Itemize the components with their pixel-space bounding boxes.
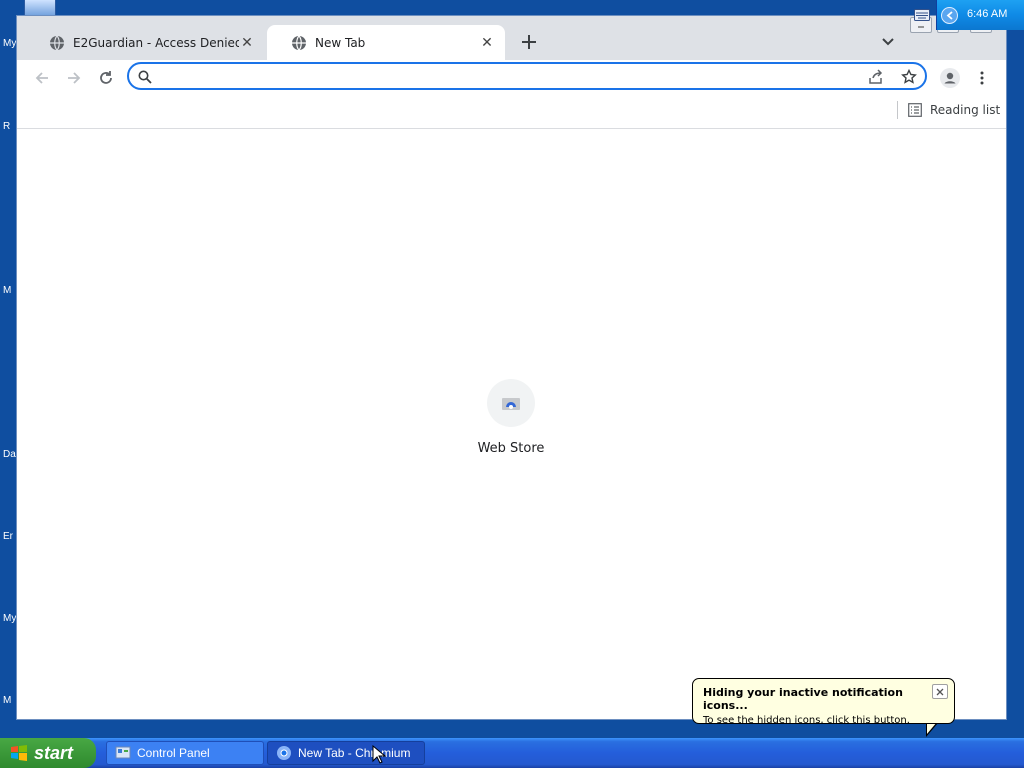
minimize-icon	[918, 26, 924, 28]
balloon-body: To see the hidden icons, click this butt…	[703, 715, 910, 726]
reading-list-button[interactable]: Reading list	[908, 101, 1000, 119]
keyboard-icon[interactable]	[914, 9, 930, 21]
tab-title: E2Guardian - Access Denied	[73, 35, 239, 50]
share-icon[interactable]	[866, 67, 886, 87]
arrow-left-icon	[35, 72, 48, 84]
tab-new-tab[interactable]: New Tab ✕	[267, 25, 505, 60]
desktop-icon[interactable]	[24, 0, 56, 17]
back-button[interactable]	[30, 66, 54, 90]
globe-icon	[50, 35, 64, 50]
tab-title: New Tab	[315, 35, 366, 50]
desktop-icon-label[interactable]: Da	[3, 449, 16, 460]
mouse-cursor-icon	[372, 745, 386, 764]
chevron-left-icon	[946, 11, 953, 20]
taskbar-item-chromium[interactable]: New Tab - Chromium	[267, 741, 425, 765]
shortcut-label: Web Store	[477, 441, 545, 456]
bookmark-star-icon[interactable]	[899, 67, 919, 87]
close-tab-icon[interactable]: ✕	[239, 35, 255, 51]
address-bar[interactable]	[127, 62, 927, 90]
toolbar	[17, 60, 1006, 96]
search-icon	[135, 67, 155, 87]
plus-icon	[522, 35, 536, 49]
chevron-down-icon	[882, 38, 894, 46]
avatar-icon	[940, 68, 960, 88]
new-tab-button[interactable]	[518, 31, 540, 53]
windows-logo-icon	[11, 745, 27, 761]
taskbar-item-control-panel[interactable]: Control Panel	[106, 741, 264, 765]
start-label: start	[34, 742, 74, 763]
globe-icon	[292, 35, 306, 50]
balloon-close-button[interactable]	[932, 684, 948, 699]
profile-button[interactable]	[938, 66, 962, 90]
forward-button[interactable]	[62, 66, 86, 90]
notification-balloon[interactable]: Hiding your inactive notification icons.…	[692, 678, 955, 726]
task-label: Control Panel	[137, 746, 210, 760]
reload-icon	[100, 71, 112, 84]
menu-button[interactable]	[970, 66, 994, 90]
balloon-title: Hiding your inactive notification icons.…	[703, 686, 903, 712]
bookmarks-bar: Reading list	[17, 96, 1006, 129]
taskbar: start Control Panel New Tab - Chromium	[0, 738, 1024, 768]
reload-button[interactable]	[94, 66, 118, 90]
tab-strip: E2Guardian - Access Denied ✕ New Tab ✕	[17, 16, 1006, 60]
task-label: New Tab - Chromium	[298, 746, 411, 760]
desktop-icon-label[interactable]: My	[3, 613, 16, 624]
tab-e2guardian[interactable]: E2Guardian - Access Denied ✕	[25, 25, 265, 60]
shortcut-tile	[487, 379, 535, 427]
kebab-menu-icon	[980, 71, 984, 85]
divider	[897, 101, 898, 119]
browser-window: E2Guardian - Access Denied ✕ New Tab ✕ R…	[17, 16, 1006, 719]
desktop-icon-label[interactable]: M	[3, 285, 11, 296]
start-button[interactable]: start	[0, 738, 96, 768]
clock[interactable]: 6:46 AM	[967, 8, 1007, 20]
reading-list-icon	[908, 103, 922, 117]
new-tab-page: Web Store	[17, 129, 1006, 719]
desktop-icon-label[interactable]: M	[3, 695, 11, 706]
tab-search-button[interactable]	[878, 32, 898, 52]
shortcut-web-store[interactable]: Web Store	[469, 379, 553, 456]
web-store-icon	[502, 398, 520, 410]
desktop-icon-label[interactable]: Er	[3, 531, 13, 542]
arrow-right-icon	[68, 72, 81, 84]
control-panel-icon	[115, 746, 131, 759]
address-input[interactable]	[165, 67, 849, 87]
close-icon	[936, 688, 944, 695]
desktop-icon-label[interactable]: R	[3, 121, 10, 132]
close-tab-icon[interactable]: ✕	[479, 35, 495, 51]
desktop-icon-label[interactable]: My	[3, 38, 16, 49]
chromium-icon	[277, 746, 291, 760]
show-hidden-icons-button[interactable]	[941, 7, 958, 24]
reading-list-label: Reading list	[930, 103, 1001, 117]
